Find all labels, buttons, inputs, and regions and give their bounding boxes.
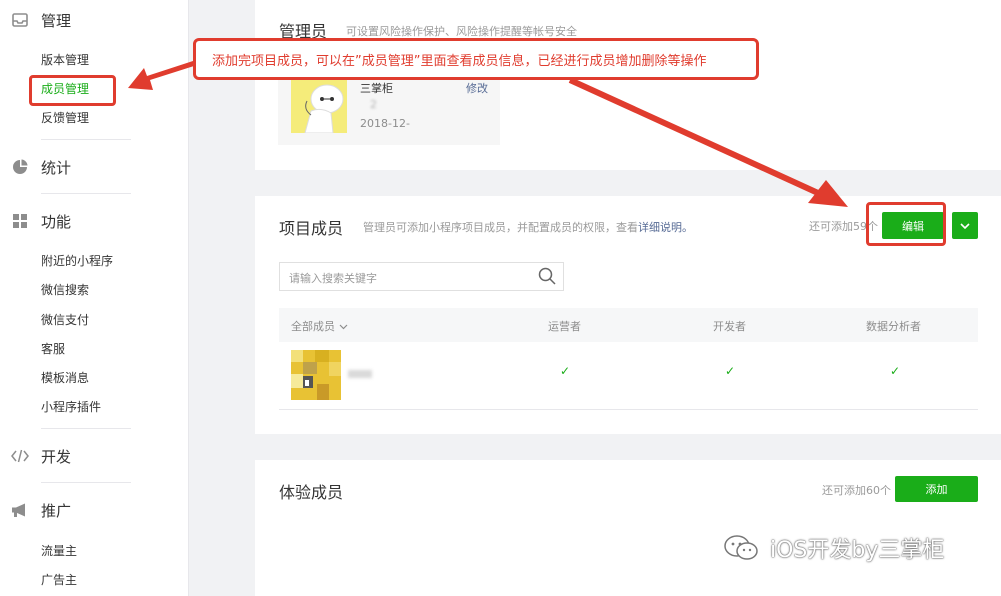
sidebar-item-feedback[interactable]: 反馈管理 [41, 108, 89, 128]
grid-icon [10, 211, 30, 231]
inbox-icon [10, 10, 30, 30]
annotation-highlight-edit [866, 202, 946, 246]
sidebar-group-dev[interactable]: 开发 [0, 441, 71, 471]
details-link[interactable]: 详细说明。 [638, 221, 693, 234]
trial-quota: 还可添加60个 [822, 484, 891, 497]
members-section-hint: 管理员可添加小程序项目成员，并配置成员的权限，查看详细说明。 [363, 219, 693, 235]
sidebar-item-traffic[interactable]: 流量主 [41, 541, 77, 561]
avatar [291, 350, 341, 400]
sidebar-item-advertiser[interactable]: 广告主 [41, 570, 77, 590]
check-icon: ✓ [725, 364, 736, 378]
column-header: 全部成员 [291, 320, 335, 333]
annotation-highlight-members [29, 75, 116, 106]
watermark-text: iOS开发by三掌柜 [770, 538, 945, 563]
megaphone-icon [10, 500, 30, 520]
trial-card [255, 460, 1001, 596]
sidebar-group-label: 功能 [41, 212, 72, 231]
sidebar-group-label: 统计 [41, 158, 72, 177]
watermark: iOS开发by三掌柜 [724, 532, 944, 564]
admin-edit-link[interactable]: 修改 [466, 80, 488, 96]
search-placeholder: 请输入搜索关键字 [289, 272, 377, 285]
divider [41, 482, 131, 483]
more-dropdown-button[interactable] [952, 212, 978, 239]
add-trial-button[interactable]: 添加 [895, 476, 978, 502]
sidebar-item-version[interactable]: 版本管理 [41, 50, 89, 70]
sidebar-group-stats[interactable]: 统计 [0, 152, 71, 182]
row-divider [279, 409, 978, 410]
annotation-callout: 添加完项目成员，可以在”成员管理”里面查看成员信息，已经进行成员增加删除等操作 [193, 38, 759, 80]
sidebar-group-features[interactable]: 功能 [0, 206, 71, 236]
divider [41, 193, 131, 194]
pie-chart-icon [10, 157, 30, 177]
sidebar-group-label: 管理 [41, 11, 72, 30]
trial-section-title: 体验成员 [279, 483, 344, 502]
sidebar-group-promote[interactable]: 推广 [0, 495, 71, 525]
check-icon: ✓ [560, 364, 571, 378]
sidebar-item-nearby[interactable]: 附近的小程序 [41, 251, 113, 271]
divider [41, 139, 131, 140]
avatar [291, 77, 347, 133]
chevron-down-icon [339, 324, 347, 330]
check-icon: ✓ [890, 364, 901, 378]
member-name [348, 370, 372, 378]
code-icon [10, 446, 30, 466]
chevron-down-icon [960, 222, 970, 229]
sidebar-group-label: 推广 [41, 501, 72, 520]
column-header: 开发者 [713, 320, 746, 333]
admin-name: 三掌柜 [360, 82, 393, 95]
sidebar-item-plugin[interactable]: 小程序插件 [41, 397, 101, 417]
admin-section-hint: 可设置风险操作保护、风险操作提醒等帐号安全 [346, 25, 577, 38]
sidebar-item-service[interactable]: 客服 [41, 339, 65, 359]
admin-date: 2018-12- [360, 117, 410, 130]
divider [41, 428, 131, 429]
admin-id: 2 [370, 98, 377, 111]
filter-all-members[interactable]: 全部成员 [291, 318, 348, 334]
sidebar-group-manage[interactable]: 管理 [0, 5, 71, 35]
sidebar-item-search[interactable]: 微信搜索 [41, 280, 89, 300]
search-icon[interactable] [537, 266, 557, 286]
wechat-icon [724, 535, 758, 560]
members-hint-text: 管理员可添加小程序项目成员，并配置成员的权限，查看 [363, 221, 638, 234]
sidebar-group-label: 开发 [41, 447, 72, 466]
sidebar-item-pay[interactable]: 微信支付 [41, 310, 89, 330]
column-header: 数据分析者 [866, 320, 921, 333]
sidebar-item-template[interactable]: 模板消息 [41, 368, 89, 388]
column-header: 运营者 [548, 320, 581, 333]
members-section-title: 项目成员 [279, 219, 344, 238]
